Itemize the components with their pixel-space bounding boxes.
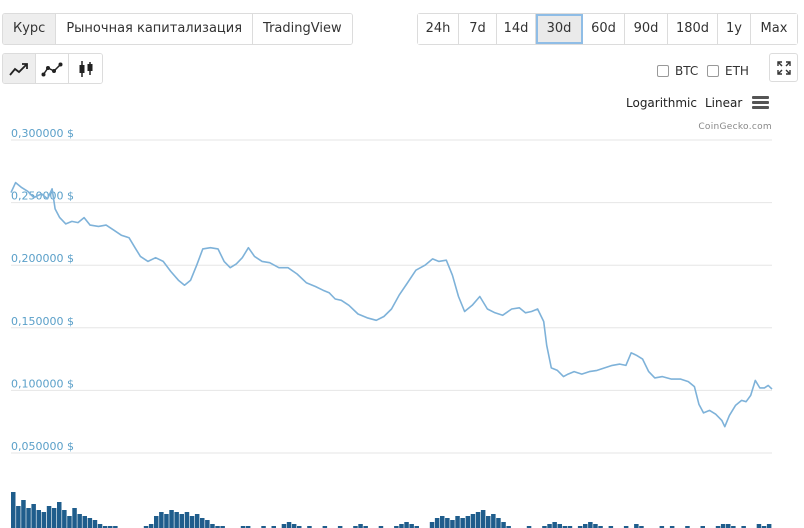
volume-bar bbox=[465, 516, 471, 528]
volume-bar bbox=[583, 524, 588, 528]
volume-bar bbox=[41, 512, 47, 528]
volume-bar bbox=[57, 502, 62, 528]
volume-bar bbox=[46, 506, 52, 528]
volume-bar bbox=[184, 512, 190, 528]
volume-bar bbox=[557, 524, 562, 528]
volume-bar bbox=[21, 500, 26, 528]
volume-bar bbox=[16, 506, 21, 528]
volume-bar bbox=[501, 522, 506, 528]
volume-bar bbox=[593, 524, 598, 528]
y-tick-label: 0,100000 $ bbox=[11, 377, 74, 390]
volume-bars bbox=[11, 492, 772, 528]
volume-bar bbox=[154, 516, 159, 528]
volume-bar bbox=[496, 518, 501, 528]
volume-bar bbox=[164, 514, 169, 528]
volume-bar bbox=[87, 518, 93, 528]
volume-bar bbox=[445, 518, 450, 528]
volume-bar bbox=[97, 524, 103, 528]
volume-bar bbox=[440, 516, 445, 528]
volume-bar bbox=[189, 516, 195, 528]
volume-bar bbox=[726, 524, 731, 528]
volume-bar bbox=[31, 504, 36, 528]
volume-bar bbox=[174, 512, 179, 528]
volume-bar bbox=[62, 510, 67, 528]
volume-bar bbox=[404, 522, 409, 528]
volume-bar bbox=[77, 514, 82, 528]
price-chart: 0,300000 $ 0,250000 $ 0,200000 $ 0,150000 $… bbox=[10, 127, 773, 528]
volume-bar bbox=[281, 524, 287, 528]
volume-bar bbox=[51, 508, 57, 528]
volume-bar bbox=[72, 508, 77, 528]
volume-bar bbox=[194, 514, 200, 528]
volume-bar bbox=[159, 512, 164, 528]
volume-bar bbox=[634, 524, 639, 528]
volume-bar bbox=[470, 514, 476, 528]
volume-bar bbox=[210, 524, 215, 528]
volume-bar bbox=[11, 492, 16, 528]
volume-bar bbox=[200, 518, 205, 528]
volume-bar bbox=[434, 518, 440, 528]
volume-bar bbox=[720, 524, 726, 528]
volume-bar bbox=[588, 522, 593, 528]
volume-bar bbox=[358, 524, 363, 528]
volume-bar bbox=[475, 512, 481, 528]
volume-bar bbox=[409, 524, 414, 528]
volume-bar bbox=[148, 524, 154, 528]
volume-bar bbox=[480, 510, 486, 528]
volume-bar bbox=[179, 514, 184, 528]
volume-bar bbox=[552, 522, 557, 528]
grid-lines bbox=[11, 139, 772, 454]
y-tick-label: 0,300000 $ bbox=[11, 127, 74, 140]
volume-bar bbox=[460, 518, 465, 528]
volume-bar bbox=[455, 516, 460, 528]
volume-bar bbox=[547, 524, 552, 528]
volume-bar bbox=[756, 524, 762, 528]
volume-bar bbox=[205, 520, 210, 528]
y-tick-label: 0,150000 $ bbox=[11, 315, 74, 328]
volume-bar bbox=[26, 508, 31, 528]
volume-bar bbox=[67, 516, 72, 528]
volume-bar bbox=[429, 522, 435, 528]
volume-bar bbox=[92, 520, 98, 528]
volume-bar bbox=[286, 522, 292, 528]
volume-bar bbox=[491, 514, 496, 528]
y-axis-ticks: 0,300000 $ 0,250000 $ 0,200000 $ 0,150000 $… bbox=[11, 127, 74, 453]
volume-bar bbox=[291, 524, 297, 528]
volume-bar bbox=[399, 524, 404, 528]
y-tick-label: 0,250000 $ bbox=[11, 190, 74, 203]
y-tick-label: 0,200000 $ bbox=[11, 252, 74, 265]
volume-bar bbox=[486, 516, 491, 528]
y-tick-label: 0,050000 $ bbox=[11, 440, 74, 453]
volume-bar bbox=[82, 516, 87, 528]
volume-bar bbox=[766, 524, 772, 528]
volume-bar bbox=[36, 510, 41, 528]
volume-bar bbox=[169, 510, 174, 528]
volume-bar bbox=[450, 520, 455, 528]
